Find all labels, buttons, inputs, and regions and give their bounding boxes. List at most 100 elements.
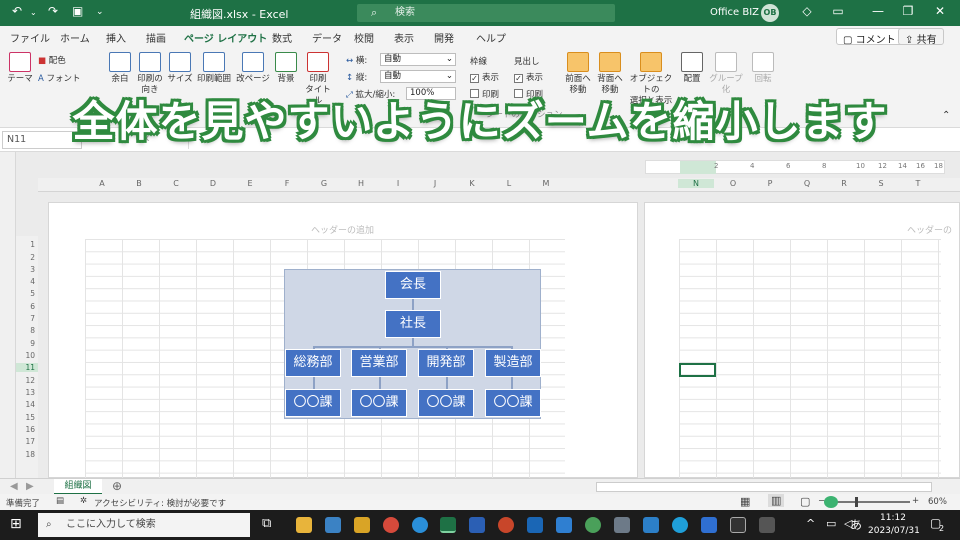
comments-button[interactable]: ▢ コメント [836,28,903,46]
add-header-placeholder[interactable]: ヘッダーの追加 [311,223,374,236]
horizontal-scrollbar[interactable] [596,482,932,492]
tab-insert[interactable]: 挿入 [106,30,126,45]
app-icon[interactable] [585,517,601,533]
row-header[interactable]: 9 [16,339,38,348]
close-icon[interactable]: ✕ [930,4,950,18]
headings-view-checkbox[interactable]: ✓ 表示 [514,71,543,83]
tab-data[interactable]: データ [312,30,342,45]
tab-draw[interactable]: 描画 [146,30,166,45]
share-button[interactable]: ⇪ 共有 [898,28,944,46]
row-header[interactable]: 7 [16,314,38,323]
row-header[interactable]: 2 [16,253,38,262]
tab-scroll-left-icon[interactable]: ◀ [10,481,18,492]
accessibility-status[interactable]: アクセシビリティ: 検討が必要です [94,497,226,509]
ime-indicator[interactable]: あ [850,516,862,533]
row-header[interactable]: 3 [16,265,38,274]
clock-time[interactable]: 11:12 [880,513,906,523]
zoom-in-icon[interactable]: + [912,496,919,506]
print-area-button[interactable]: 印刷範囲 [196,52,232,85]
row-header[interactable]: 18 [16,450,38,459]
add-header-placeholder[interactable]: ヘッダーの [907,223,952,236]
column-header[interactable]: Q [789,179,825,188]
sheet-tab[interactable]: 組織図 [54,479,102,495]
column-header[interactable]: B [121,179,157,188]
height-select[interactable]: 自動 ⌄ [380,70,456,83]
org-box-department[interactable]: 開発部 [418,349,474,377]
width-select[interactable]: 自動 ⌄ [380,53,456,66]
show-hidden-icons-icon[interactable]: ^ [806,517,815,530]
normal-view-icon[interactable]: ▦ [740,495,750,508]
clock-date[interactable]: 2023/07/31 [868,526,920,536]
page-layout-view-icon[interactable]: ▥ [768,494,785,507]
column-header[interactable]: I [380,179,416,188]
excel-icon[interactable] [440,517,456,533]
org-box-section[interactable]: 〇〇課 [485,389,541,417]
zoom-pointer[interactable] [824,496,838,508]
tab-help[interactable]: ヘルプ [476,30,506,45]
customize-quick-access-icon[interactable]: ⌄ [96,7,104,17]
zoom-thumb[interactable] [855,497,858,507]
zoom-level[interactable]: 60% [928,497,947,507]
row-header[interactable]: 5 [16,289,38,298]
page-break-view-icon[interactable]: ▢ [800,495,810,508]
org-chart[interactable]: 会長 社長 総務部 営業部 開発部 製造部 〇〇課 〇〇課 〇〇課 〇〇課 [284,269,541,419]
org-box-section[interactable]: 〇〇課 [351,389,407,417]
minimize-icon[interactable]: — [868,4,888,18]
row-header[interactable]: 12 [16,376,38,385]
column-header[interactable]: T [900,179,936,188]
row-header[interactable]: 8 [16,326,38,335]
row-header[interactable]: 15 [16,413,38,422]
redo-icon[interactable]: ↷ [48,4,58,18]
outlook-icon[interactable] [527,517,543,533]
save-icon[interactable]: ▣ [72,4,83,18]
row-header[interactable]: 17 [16,437,38,446]
vscode-icon[interactable] [556,517,572,533]
size-button[interactable]: サイズ [166,52,194,85]
column-header[interactable]: E [232,179,268,188]
accessibility-icon[interactable]: ✲ [80,496,87,506]
macro-record-icon[interactable]: ▤ [56,496,64,506]
app-icon[interactable] [672,517,688,533]
tab-formulas[interactable]: 数式 [272,30,292,45]
row-header[interactable]: 16 [16,425,38,434]
background-button[interactable]: 背景 [272,52,300,85]
column-header[interactable]: R [826,179,862,188]
column-header[interactable]: F [269,179,305,188]
org-box-section[interactable]: 〇〇課 [418,389,474,417]
app-icon[interactable] [730,517,746,533]
column-header[interactable]: K [454,179,490,188]
tab-review[interactable]: 校閲 [354,30,374,45]
column-header[interactable]: M [528,179,564,188]
taskbar-search[interactable]: ⌕ ここに入力して検索 [38,513,250,537]
powerpoint-icon[interactable] [498,517,514,533]
org-box-department[interactable]: 営業部 [351,349,407,377]
colors-button[interactable]: ■ 配色 [38,54,66,66]
org-box-chairman[interactable]: 会長 [385,271,441,299]
task-view-icon[interactable]: ⧉ [262,516,271,531]
row-header[interactable]: 6 [16,302,38,311]
column-header[interactable]: S [863,179,899,188]
row-header[interactable]: 14 [16,400,38,409]
column-header[interactable]: O [715,179,751,188]
tab-developer[interactable]: 開発 [434,30,454,45]
row-header[interactable]: 11 [16,363,38,372]
restore-icon[interactable]: ❐ [898,4,918,18]
tab-scroll-right-icon[interactable]: ▶ [26,481,34,492]
tab-home[interactable]: ホーム [60,30,90,45]
row-header[interactable]: 1 [16,240,38,249]
rotate-button[interactable]: 回転 [748,52,778,85]
file-explorer-icon[interactable] [296,517,312,533]
app-icon[interactable] [325,517,341,533]
column-header[interactable]: D [195,179,231,188]
column-header[interactable]: A [84,179,120,188]
avatar[interactable]: OB [761,4,779,22]
breaks-button[interactable]: 改ページ [236,52,270,85]
themes-button[interactable]: テーマ [6,52,34,85]
edge-icon[interactable] [412,517,428,533]
column-header[interactable]: P [752,179,788,188]
selected-cell[interactable] [679,363,716,377]
org-box-president[interactable]: 社長 [385,310,441,338]
app-icon[interactable] [701,517,717,533]
column-header[interactable]: G [306,179,342,188]
gridlines-view-checkbox[interactable]: ✓ 表示 [470,71,499,83]
